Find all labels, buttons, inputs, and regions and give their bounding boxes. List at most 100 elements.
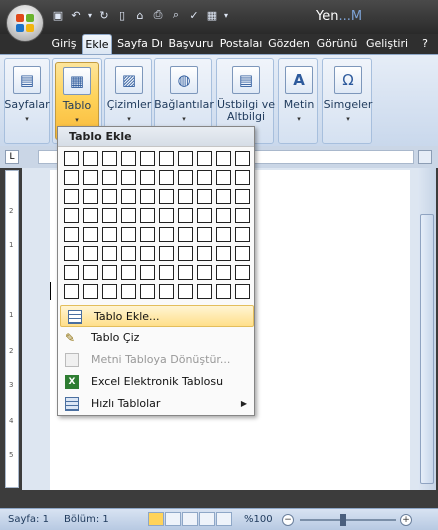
table-grid-cell[interactable] bbox=[102, 170, 117, 185]
table-grid-cell[interactable] bbox=[121, 246, 136, 261]
page-indicator[interactable]: Sayfa: 1 bbox=[8, 514, 49, 525]
menu-item-insert-table[interactable]: Tablo Ekle... bbox=[60, 305, 254, 327]
table-icon[interactable]: ▦ bbox=[204, 6, 220, 24]
draft-icon[interactable] bbox=[216, 512, 232, 526]
tab-view[interactable]: Görünü bbox=[313, 34, 361, 54]
table-grid-cell[interactable] bbox=[216, 246, 231, 261]
table-grid-cell[interactable] bbox=[64, 189, 79, 204]
symbols-button[interactable]: Ω Simgeler ▾ bbox=[324, 62, 372, 140]
table-grid-cell[interactable] bbox=[197, 246, 212, 261]
table-grid-cell[interactable] bbox=[64, 265, 79, 280]
table-grid-cell[interactable] bbox=[64, 227, 79, 242]
table-grid-cell[interactable] bbox=[121, 208, 136, 223]
web-layout-icon[interactable] bbox=[182, 512, 198, 526]
table-grid-cell[interactable] bbox=[83, 284, 98, 299]
table-grid-cell[interactable] bbox=[140, 208, 155, 223]
menu-item-draw-table[interactable]: ✎ Tablo Çiz bbox=[58, 327, 256, 349]
table-grid-cell[interactable] bbox=[121, 265, 136, 280]
table-grid-cell[interactable] bbox=[121, 170, 136, 185]
table-grid-cell[interactable] bbox=[159, 246, 174, 261]
tab-page-layout[interactable]: Sayfa Dı bbox=[115, 34, 165, 54]
menu-item-excel-spreadsheet[interactable]: X Excel Elektronik Tablosu bbox=[58, 371, 256, 393]
table-grid-cell[interactable] bbox=[216, 284, 231, 299]
tab-mailings[interactable]: Postalaı bbox=[217, 34, 265, 54]
table-grid-cell[interactable] bbox=[121, 284, 136, 299]
table-grid-cell[interactable] bbox=[235, 208, 250, 223]
table-grid-cell[interactable] bbox=[197, 265, 212, 280]
table-grid-cell[interactable] bbox=[83, 208, 98, 223]
table-grid-cell[interactable] bbox=[235, 227, 250, 242]
table-grid-cell[interactable] bbox=[235, 246, 250, 261]
table-grid-cell[interactable] bbox=[178, 246, 193, 261]
table-grid-cell[interactable] bbox=[140, 284, 155, 299]
tab-review[interactable]: Gözden bbox=[266, 34, 312, 54]
table-grid-cell[interactable] bbox=[64, 284, 79, 299]
table-grid-cell[interactable] bbox=[140, 151, 155, 166]
tab-references[interactable]: Başvuru bbox=[166, 34, 216, 54]
open-icon[interactable]: ⌂ bbox=[132, 6, 148, 24]
table-grid-cell[interactable] bbox=[83, 151, 98, 166]
table-grid-cell[interactable] bbox=[140, 246, 155, 261]
table-grid-cell[interactable] bbox=[178, 208, 193, 223]
vertical-scrollbar[interactable] bbox=[418, 168, 436, 490]
table-grid-cell[interactable] bbox=[197, 170, 212, 185]
table-grid-cell[interactable] bbox=[197, 151, 212, 166]
text-button[interactable]: A Metin ▾ bbox=[281, 62, 317, 140]
menu-item-convert-text[interactable]: Metni Tabloya Dönüştür... bbox=[58, 349, 256, 371]
tab-home[interactable]: Giriş bbox=[48, 34, 80, 54]
table-grid-cell[interactable] bbox=[159, 265, 174, 280]
table-grid-cell[interactable] bbox=[216, 265, 231, 280]
table-grid-cell[interactable] bbox=[64, 246, 79, 261]
more-icon[interactable]: ▾ bbox=[222, 6, 230, 24]
table-grid-cell[interactable] bbox=[178, 227, 193, 242]
table-grid-cell[interactable] bbox=[235, 265, 250, 280]
table-grid-cell[interactable] bbox=[159, 284, 174, 299]
table-grid-cell[interactable] bbox=[64, 208, 79, 223]
table-grid-cell[interactable] bbox=[197, 227, 212, 242]
table-grid-cell[interactable] bbox=[140, 265, 155, 280]
table-grid-cell[interactable] bbox=[159, 151, 174, 166]
zoom-slider-thumb[interactable] bbox=[340, 514, 346, 526]
table-grid-cell[interactable] bbox=[83, 170, 98, 185]
table-grid-cell[interactable] bbox=[121, 227, 136, 242]
tab-stop-selector[interactable]: L bbox=[5, 150, 19, 164]
zoom-level[interactable]: %100 bbox=[244, 514, 273, 525]
table-grid-cell[interactable] bbox=[235, 284, 250, 299]
zoom-slider[interactable] bbox=[300, 519, 396, 521]
table-grid-cell[interactable] bbox=[197, 284, 212, 299]
table-grid-cell[interactable] bbox=[140, 170, 155, 185]
table-grid-cell[interactable] bbox=[140, 227, 155, 242]
table-grid-cell[interactable] bbox=[102, 284, 117, 299]
tab-developer[interactable]: Geliştiri bbox=[362, 34, 412, 54]
print-layout-icon[interactable] bbox=[148, 512, 164, 526]
table-grid-cell[interactable] bbox=[102, 151, 117, 166]
table-grid-cell[interactable] bbox=[178, 151, 193, 166]
new-icon[interactable]: ▯ bbox=[114, 6, 130, 24]
print-preview-icon[interactable]: ⌕ bbox=[168, 6, 184, 24]
table-grid-cell[interactable] bbox=[216, 151, 231, 166]
print-icon[interactable]: ⎙ bbox=[150, 6, 166, 24]
redo-icon[interactable]: ↻ bbox=[96, 6, 112, 24]
table-grid-cell[interactable] bbox=[83, 189, 98, 204]
table-grid-cell[interactable] bbox=[197, 189, 212, 204]
view-ruler-button[interactable] bbox=[418, 150, 432, 164]
outline-icon[interactable] bbox=[199, 512, 215, 526]
table-size-grid[interactable] bbox=[64, 151, 250, 299]
table-grid-cell[interactable] bbox=[83, 227, 98, 242]
table-grid-cell[interactable] bbox=[83, 265, 98, 280]
table-grid-cell[interactable] bbox=[121, 189, 136, 204]
dropdown-icon[interactable]: ▾ bbox=[86, 6, 94, 24]
table-grid-cell[interactable] bbox=[159, 170, 174, 185]
table-grid-cell[interactable] bbox=[83, 246, 98, 261]
pages-button[interactable]: ▤ Sayfalar ▾ bbox=[4, 62, 50, 140]
office-button[interactable] bbox=[6, 4, 44, 42]
spellcheck-icon[interactable]: ✓ bbox=[186, 6, 202, 24]
table-grid-cell[interactable] bbox=[178, 265, 193, 280]
table-grid-cell[interactable] bbox=[178, 189, 193, 204]
zoom-out-icon[interactable]: − bbox=[282, 514, 294, 526]
zoom-in-icon[interactable]: + bbox=[400, 514, 412, 526]
save-icon[interactable]: ▣ bbox=[50, 6, 66, 24]
table-grid-cell[interactable] bbox=[102, 208, 117, 223]
table-grid-cell[interactable] bbox=[159, 227, 174, 242]
table-grid-cell[interactable] bbox=[102, 227, 117, 242]
